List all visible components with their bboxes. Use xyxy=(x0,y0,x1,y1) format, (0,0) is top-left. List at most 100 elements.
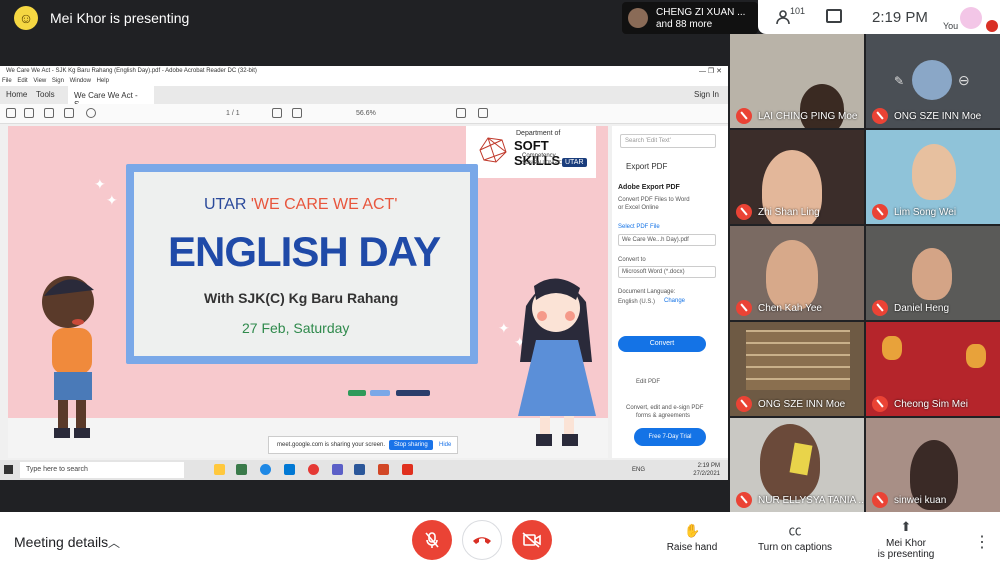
participant-video xyxy=(760,424,820,500)
participant-tile[interactable]: ONG SZE INN Moe xyxy=(730,322,864,416)
select-pdf-label: Select PDF File xyxy=(618,224,660,230)
joiner-more: and 88 more xyxy=(656,19,713,30)
taskbar-time: 2:19 PM xyxy=(697,463,720,469)
hand-icon xyxy=(292,108,302,118)
mic-off-icon xyxy=(986,20,998,32)
participant-grid: LAI CHING PING Moe ✎ ⊖ ONG SZE INN Moe Z… xyxy=(730,34,1000,512)
slide-line-date: 27 Feb, Saturday xyxy=(242,320,350,336)
participant-name: ONG SZE INN Moe xyxy=(894,111,982,122)
acrobat-tools-pane: Search 'Edit Text' Export PDF Adobe Expo… xyxy=(612,126,728,458)
participant-name: LAI CHING PING Moe xyxy=(758,111,858,122)
marker xyxy=(348,390,366,396)
mail-icon xyxy=(284,464,295,475)
subtitle-prefix: UTAR xyxy=(204,196,251,213)
avatar xyxy=(912,60,952,100)
stop-sharing-button: Stop sharing xyxy=(389,440,433,450)
top-right-panel: 101 2:19 PM You xyxy=(758,0,1000,34)
mic-off-icon xyxy=(736,492,752,508)
leave-call-button[interactable] xyxy=(462,520,502,560)
selected-file: We Care We...h Day).pdf xyxy=(618,234,716,246)
chevron-up-icon[interactable]: ︿ xyxy=(108,534,120,551)
whiteboard: UTAR 'WE CARE WE ACT' ENGLISH DAY With S… xyxy=(126,164,478,396)
presenting-line-2: is presenting xyxy=(877,549,935,560)
promo-line-2: forms & agreements xyxy=(636,413,691,419)
taskbar-date: 27/2/2021 xyxy=(693,471,720,477)
cursor-icon xyxy=(272,108,282,118)
participant-tile[interactable]: ✎ ⊖ ONG SZE INN Moe xyxy=(866,34,1000,128)
tab-home: Home xyxy=(6,90,28,99)
top-bar: ☺ Mei Khor is presenting CHENG ZI XUAN .… xyxy=(0,0,1000,36)
microphone-toggle-button[interactable] xyxy=(412,520,452,560)
participant-name: sinwei kuan xyxy=(894,495,947,506)
folder-icon xyxy=(214,464,225,475)
word-icon xyxy=(354,464,365,475)
chrome-icon xyxy=(308,464,319,475)
participant-count: 101 xyxy=(790,6,806,16)
participant-name: Zhi Shan Ling xyxy=(758,207,820,218)
taskbar-clock: 2:19 PM 27/2/2021 xyxy=(693,462,720,478)
window-title: We Care We Act - SJK Kg Baru Rahang (Eng… xyxy=(0,66,728,77)
convert-desc-2: or Excel Online xyxy=(618,205,659,211)
marker xyxy=(370,390,390,396)
participant-video xyxy=(912,248,952,300)
participant-tile[interactable]: NUR ELLYSYA TANIA ... xyxy=(730,418,864,512)
doc-language-label: Document Language: xyxy=(618,289,676,295)
joiner-notice[interactable]: CHENG ZI XUAN ... and 88 more xyxy=(622,2,758,34)
participant-name: Daniel Heng xyxy=(894,303,950,314)
presenting-text: Mei Khor is presenting xyxy=(50,10,190,26)
pdf-page: Department of SOFT SKILLS Competency SUN… xyxy=(8,126,608,458)
present-screen-icon: ⬆ xyxy=(900,519,912,534)
participant-tile[interactable]: sinwei kuan xyxy=(866,418,1000,512)
free-trial-button: Free 7-Day Trial xyxy=(634,428,706,446)
captions-button[interactable]: ㏄ Turn on captions xyxy=(752,523,838,554)
camera-toggle-button[interactable] xyxy=(512,520,552,560)
convert-desc-1: Convert PDF Files to Word xyxy=(618,197,690,203)
share-notice-text: meet.google.com is sharing your screen. xyxy=(277,442,386,448)
raise-hand-button[interactable]: ✋ Raise hand xyxy=(664,524,720,554)
participant-tile[interactable]: LAI CHING PING Moe xyxy=(730,34,864,128)
participant-name: ONG SZE INN Moe xyxy=(758,399,846,410)
pin-icon[interactable]: ✎ xyxy=(894,74,904,88)
presenter-avatar: ☺ xyxy=(14,6,38,30)
more-options-icon[interactable]: ⋮ xyxy=(974,532,990,552)
chat-icon[interactable] xyxy=(826,9,842,23)
doc-language-value: English (U.S.) xyxy=(618,299,656,305)
screen-share-notice: meet.google.com is sharing your screen. … xyxy=(268,436,458,454)
promo-line-1: Convert, edit and e-sign PDF xyxy=(626,405,704,411)
shared-screen: We Care We Act - SJK Kg Baru Rahang (Eng… xyxy=(0,66,728,480)
taskbar-search: Type here to search xyxy=(20,462,184,478)
clock: 2:19 PM xyxy=(872,9,928,26)
hide-link: Hide xyxy=(439,442,452,448)
bookshelf-background xyxy=(746,330,850,390)
window-controls: — ❐ ✕ xyxy=(698,68,722,75)
change-language-link: Change xyxy=(664,298,686,304)
tab-strip: Home Tools We Care We Act - S... Sign In xyxy=(0,86,728,109)
participant-tile[interactable]: Chen Kah Yee xyxy=(730,226,864,320)
windows-taskbar: Type here to search ENG 2:19 PM 27/2/202… xyxy=(0,460,728,480)
upload-icon xyxy=(44,108,54,118)
captions-label: Turn on captions xyxy=(757,542,833,553)
participant-tile[interactable]: Cheong Sim Mei xyxy=(866,322,1000,416)
convert-button: Convert xyxy=(618,336,706,352)
convert-to-label: Convert to xyxy=(618,257,646,263)
participant-tile[interactable]: Zhi Shan Ling xyxy=(730,130,864,224)
presenting-line-1: Mei Khor xyxy=(885,538,926,549)
captions-icon: ㏄ xyxy=(788,523,802,538)
soft-skills-logo: Department of SOFT SKILLS Competency SUN… xyxy=(466,126,596,178)
export-pdf-header: Export PDF xyxy=(626,162,668,171)
tab-tools: Tools xyxy=(36,90,55,99)
meeting-details-button[interactable]: Meeting details xyxy=(14,534,108,550)
language-indicator: ENG xyxy=(632,467,646,473)
slide-title: ENGLISH DAY xyxy=(168,228,441,275)
participant-tile[interactable]: Daniel Heng xyxy=(866,226,1000,320)
participant-name: Chen Kah Yee xyxy=(758,303,822,314)
mic-off-icon xyxy=(425,532,439,548)
teams-icon xyxy=(332,464,343,475)
mic-off-icon xyxy=(872,492,888,508)
you-label: You xyxy=(943,21,959,31)
remove-icon[interactable]: ⊖ xyxy=(958,72,970,89)
presenting-button[interactable]: ⬆ Mei Khor is presenting xyxy=(872,519,940,561)
acrobat-icon xyxy=(402,464,413,475)
participant-tile[interactable]: Lim Song Wei xyxy=(866,130,1000,224)
edit-pdf-label: Edit PDF xyxy=(636,379,661,385)
